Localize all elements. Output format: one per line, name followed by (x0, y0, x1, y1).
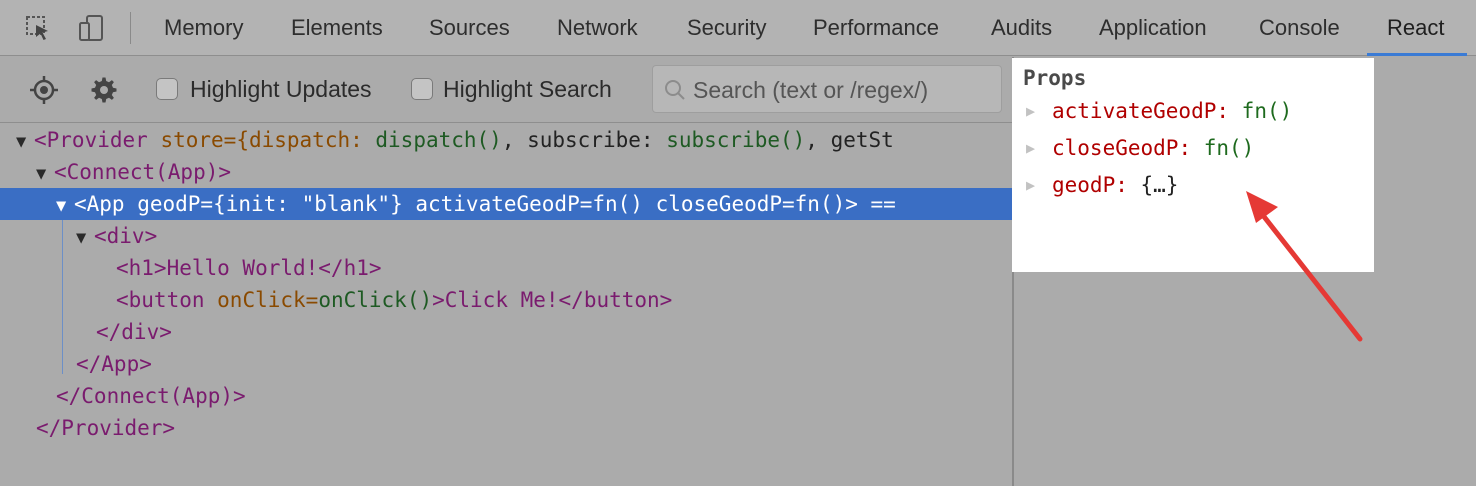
tree-row-div-close[interactable]: </div> (0, 316, 1012, 348)
collapse-arrow-icon[interactable]: ▼ (36, 158, 54, 190)
search-icon (665, 80, 685, 100)
highlight-updates-checkbox[interactable] (156, 78, 178, 100)
collapse-arrow-icon[interactable]: ▼ (56, 190, 74, 222)
device-toolbar-icon[interactable] (78, 14, 106, 42)
gear-icon[interactable] (88, 74, 120, 106)
search-box (652, 65, 1002, 113)
expand-arrow-icon[interactable]: ▶ (1026, 170, 1052, 200)
tab-memory[interactable]: Memory (164, 0, 243, 56)
tree-row-button[interactable]: <button onClick=onClick()>Click Me!</but… (0, 284, 1012, 316)
tab-elements[interactable]: Elements (291, 0, 383, 56)
props-panel: Props ▶ activateGeodP: fn() ▶ closeGeodP: … (1012, 58, 1374, 272)
tab-separator (130, 12, 131, 44)
tab-network[interactable]: Network (557, 0, 638, 56)
tab-security[interactable]: Security (687, 0, 766, 56)
collapse-arrow-icon[interactable]: ▼ (76, 222, 94, 254)
tree-row-connect-close[interactable]: </Connect(App)> (0, 380, 1012, 412)
highlight-search-checkbox[interactable] (411, 78, 433, 100)
tab-sources[interactable]: Sources (429, 0, 510, 56)
prop-closegeodp[interactable]: ▶ closeGeodP: fn() (1026, 133, 1254, 163)
props-title: Props (1023, 66, 1087, 90)
search-input[interactable] (693, 72, 993, 108)
collapse-arrow-icon[interactable]: ▼ (16, 126, 34, 158)
tab-performance[interactable]: Performance (813, 0, 939, 56)
prop-activategeodp[interactable]: ▶ activateGeodP: fn() (1026, 96, 1292, 126)
tree-row-app-selected[interactable]: ▼ <App geodP={init: "blank"} activateGeod… (0, 188, 1012, 220)
component-tree: ▼ <Provider store={dispatch: dispatch(), … (0, 124, 1012, 486)
react-toolbar: Highlight Updates Highlight Search (0, 57, 1012, 123)
tree-row-provider-close[interactable]: </Provider> (0, 412, 1012, 444)
tree-row-h1[interactable]: <h1>Hello World!</h1> (0, 252, 1012, 284)
tab-application[interactable]: Application (1099, 0, 1207, 56)
devtools-tab-bar: Memory Elements Sources Network Security… (0, 0, 1476, 56)
tab-audits[interactable]: Audits (991, 0, 1052, 56)
tab-react[interactable]: React (1367, 0, 1467, 56)
tree-row-provider[interactable]: ▼ <Provider store={dispatch: dispatch(), … (0, 124, 1012, 156)
target-icon[interactable] (28, 74, 60, 106)
tree-row-connect[interactable]: ▼ <Connect(App)> (0, 156, 1012, 188)
tab-console[interactable]: Console (1259, 0, 1340, 56)
highlight-updates-label: Highlight Updates (190, 76, 372, 102)
prop-geodp[interactable]: ▶ geodP: {…} (1026, 170, 1178, 200)
expand-arrow-icon[interactable]: ▶ (1026, 96, 1052, 126)
tree-row-div[interactable]: ▼ <div> (0, 220, 1012, 252)
inspect-element-icon[interactable] (24, 14, 52, 42)
expand-arrow-icon[interactable]: ▶ (1026, 133, 1052, 163)
tree-row-app-close[interactable]: </App> (0, 348, 1012, 380)
highlight-search-label: Highlight Search (443, 76, 612, 102)
